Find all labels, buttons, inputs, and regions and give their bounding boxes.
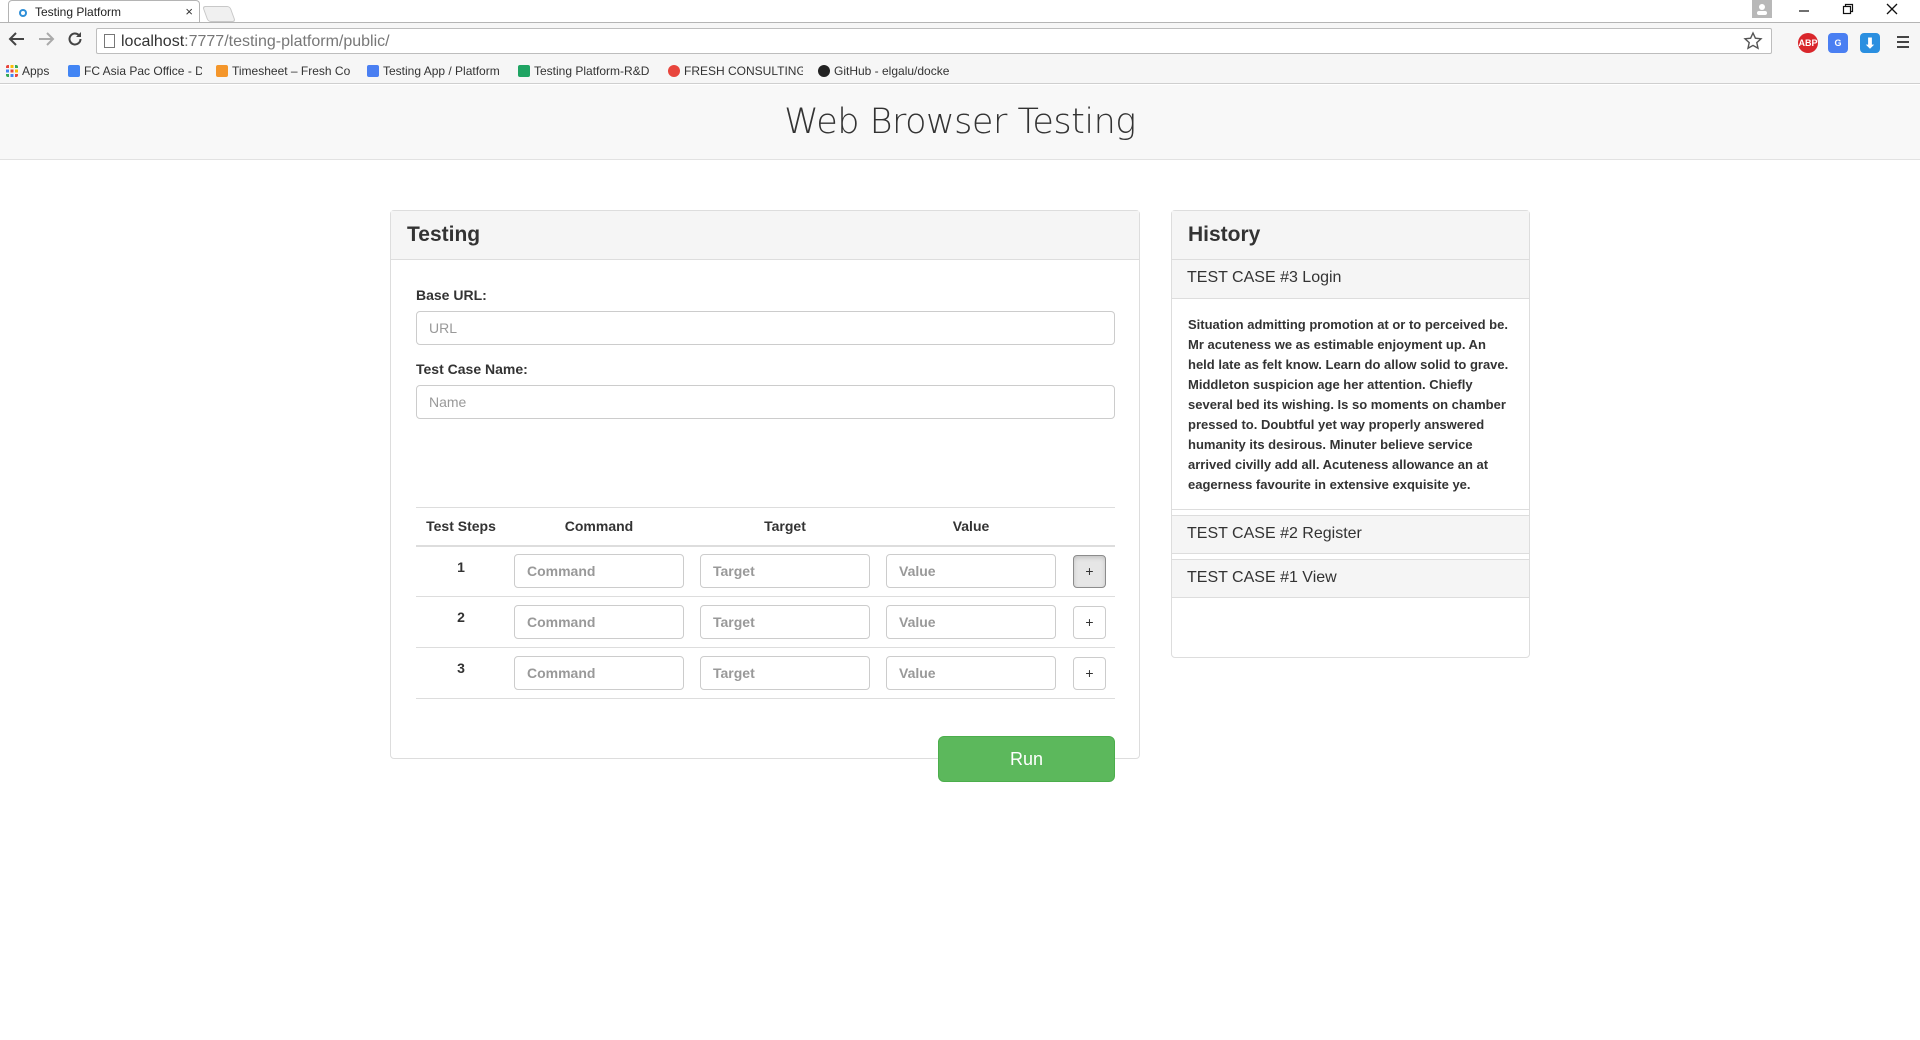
page-icon <box>104 34 115 48</box>
test-case-name-label: Test Case Name: <box>416 361 528 377</box>
table-row: 1 + <box>416 545 1115 597</box>
minimize-icon[interactable] <box>1782 2 1826 20</box>
reload-icon[interactable] <box>66 30 84 48</box>
add-step-button[interactable]: + <box>1073 656 1106 690</box>
translate-icon[interactable]: G <box>1828 33 1848 53</box>
col-test-steps: Test Steps <box>416 507 506 547</box>
value-input[interactable] <box>886 656 1056 690</box>
bookmark-apps[interactable]: Apps <box>6 64 61 78</box>
base-url-label: Base URL: <box>416 287 487 303</box>
cloud-favicon-icon <box>19 9 27 17</box>
bookmark-fc-asia-pac[interactable]: FC Asia Pac Office - D <box>68 64 202 78</box>
adblock-icon[interactable]: ABP <box>1798 33 1818 53</box>
tab-close-icon[interactable]: × <box>185 4 193 19</box>
bookmark-testing-app[interactable]: Testing App / Platform <box>367 64 505 78</box>
history-item-test-case-3[interactable]: TEST CASE #3 Login <box>1172 260 1529 299</box>
command-input[interactable] <box>514 605 684 639</box>
col-value: Value <box>878 507 1064 547</box>
browser-toolbar: localhost:7777/testing-platform/public/ … <box>0 22 1920 60</box>
menu-icon[interactable] <box>1896 35 1910 49</box>
target-input[interactable] <box>700 605 870 639</box>
table-row: 2 + <box>416 596 1115 648</box>
window-titlebar: Testing Platform × <box>0 0 1920 24</box>
forward-arrow-icon[interactable] <box>37 30 55 48</box>
new-tab-button[interactable] <box>202 6 236 22</box>
profile-icon[interactable] <box>1752 0 1772 18</box>
bookmark-fresh-consulting[interactable]: FRESH CONSULTING <box>668 64 803 78</box>
restore-icon[interactable] <box>1826 2 1870 20</box>
bookmarks-bar: Apps FC Asia Pac Office - D Timesheet – … <box>0 60 1920 84</box>
back-arrow-icon[interactable] <box>8 30 26 48</box>
target-input[interactable] <box>700 656 870 690</box>
history-item-description: Situation admitting promotion at or to p… <box>1172 299 1529 510</box>
col-target: Target <box>692 507 878 547</box>
browser-tab[interactable]: Testing Platform × <box>8 0 200 24</box>
sheets-icon <box>518 65 530 77</box>
docs-icon <box>68 65 80 77</box>
step-number: 3 <box>416 647 506 699</box>
add-step-button[interactable]: + <box>1073 605 1106 639</box>
add-step-button[interactable]: + <box>1073 554 1106 588</box>
col-command: Command <box>506 507 692 547</box>
step-number: 2 <box>416 596 506 648</box>
page-header: Web Browser Testing <box>0 85 1920 160</box>
run-button[interactable]: Run <box>938 736 1115 782</box>
bookmark-timesheet[interactable]: Timesheet – Fresh Co <box>216 64 354 78</box>
history-panel: History TEST CASE #3 Login Situation adm… <box>1171 210 1530 658</box>
tab-title: Testing Platform <box>35 5 122 19</box>
value-input[interactable] <box>886 605 1056 639</box>
asana-icon <box>668 65 680 77</box>
bookmark-testing-platform-rd[interactable]: Testing Platform-R&D <box>518 64 653 78</box>
testing-panel: Testing Base URL: Test Case Name: Test S… <box>390 210 1140 782</box>
history-item-test-case-1[interactable]: TEST CASE #1 View <box>1172 559 1529 598</box>
docs-icon <box>367 65 379 77</box>
page-title: Web Browser Testing <box>784 102 1136 142</box>
history-item-test-case-2[interactable]: TEST CASE #2 Register <box>1172 515 1529 554</box>
github-icon <box>818 65 830 77</box>
address-bar[interactable]: localhost:7777/testing-platform/public/ <box>96 28 1772 54</box>
table-row: 3 + <box>416 647 1115 699</box>
close-window-icon[interactable] <box>1870 2 1914 20</box>
test-steps-table: Test Steps Command Target Value 1 + 2 <box>416 507 1115 699</box>
target-input[interactable] <box>700 554 870 589</box>
table-header-row: Test Steps Command Target Value <box>416 507 1115 547</box>
value-input[interactable] <box>886 554 1056 589</box>
apps-grid-icon <box>6 65 18 77</box>
base-url-input[interactable] <box>416 311 1115 345</box>
testing-heading: Testing <box>391 211 1139 260</box>
url-text: localhost:7777/testing-platform/public/ <box>121 33 390 50</box>
history-heading: History <box>1172 211 1529 260</box>
command-input[interactable] <box>514 656 684 690</box>
bookmark-star-icon[interactable] <box>1743 31 1763 51</box>
command-input[interactable] <box>514 554 684 589</box>
harvest-icon <box>216 65 228 77</box>
col-actions <box>1064 507 1115 547</box>
bookmark-github[interactable]: GitHub - elgalu/docke <box>818 64 956 78</box>
step-number: 1 <box>416 545 506 597</box>
test-case-name-input[interactable] <box>416 385 1115 419</box>
download-icon[interactable]: ⬇ <box>1860 33 1880 53</box>
